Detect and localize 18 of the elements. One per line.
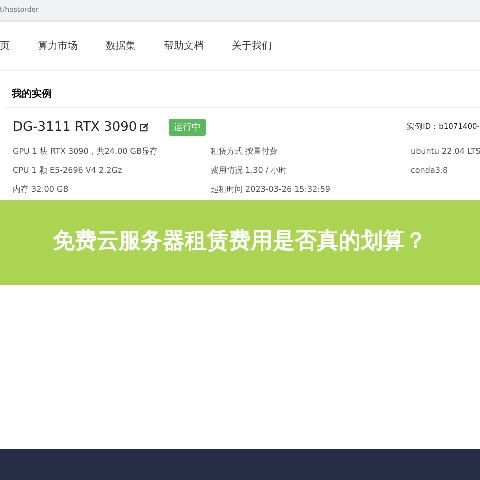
nav-link[interactable]: 算力市场 <box>24 39 92 53</box>
banner-title: 免费云服务器租赁费用是否真的划算？ <box>52 228 428 256</box>
section-title: 我的实例 <box>10 87 53 102</box>
nav-link[interactable]: 数据集 <box>92 39 150 53</box>
spec-text: 起租时间 2023-03-26 15:32:59 <box>211 184 332 196</box>
nav-link[interactable]: 帮助文档 <box>150 39 218 53</box>
spec-text: 租赁方式 按量付费 <box>211 146 279 158</box>
status-badge: 运行中 <box>169 118 206 136</box>
spec-text: ubuntu 22.04 LTS <box>411 146 480 158</box>
spec-text: GPU 1 块 RTX 3090，共24.00 GB显存 <box>13 146 159 158</box>
instance-name: DG-3111 RTX 3090 <box>13 120 138 134</box>
spec-text: 内存 32.00 GB <box>13 184 70 196</box>
edit-icon[interactable] <box>140 122 150 132</box>
spec-text: 费用情况 1.30 / 小时 <box>211 165 288 177</box>
nav-link[interactable]: 关于我们 <box>218 39 286 53</box>
nav-link[interactable]: 页 <box>0 39 24 53</box>
spec-text: CPU 1 颗 E5-2696 V4 2.2Gz <box>13 165 124 177</box>
spec-text: conda3.8 <box>411 165 450 177</box>
